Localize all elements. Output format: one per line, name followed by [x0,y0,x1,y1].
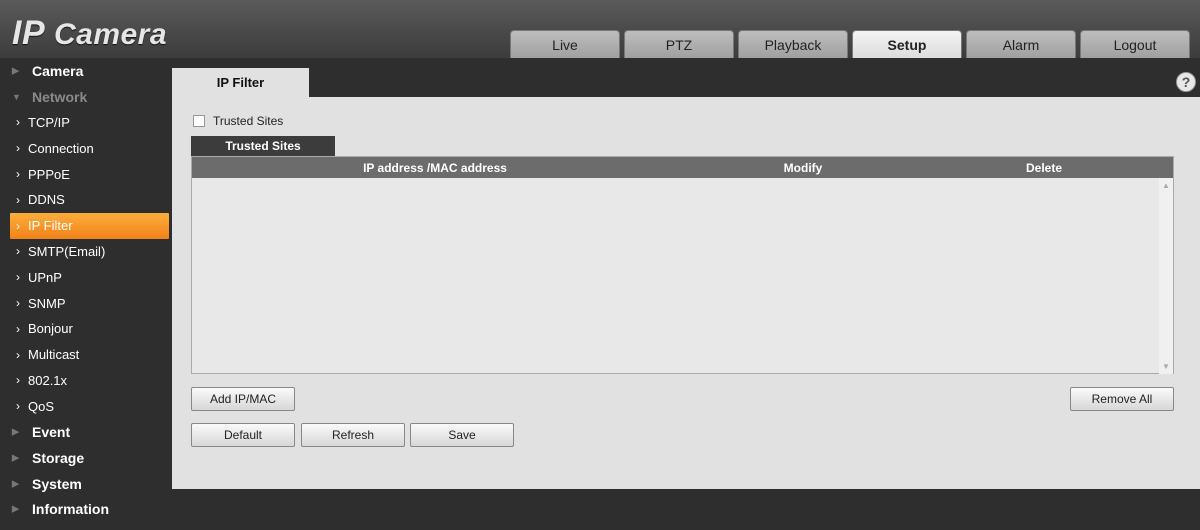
logo-camera: Camera [53,18,168,51]
tab-setup[interactable]: Setup [852,30,962,58]
chevron-right-icon: › [16,244,20,259]
sidebar-item-ddns[interactable]: › DDNS [0,187,172,213]
sidebar-item-snmp[interactable]: › SNMP [0,290,172,316]
sidebar-item-8021x[interactable]: › 802.1x [0,368,172,394]
sidebar-item-connection[interactable]: › Connection [0,135,172,161]
trusted-sites-tab[interactable]: Trusted Sites [191,136,335,156]
trusted-sites-checkbox[interactable] [193,115,205,127]
collapsed-triangle-icon: ▶ [12,426,19,437]
remove-all-button[interactable]: Remove All [1070,387,1174,411]
chevron-right-icon: › [16,218,20,233]
tab-live[interactable]: Live [510,30,620,58]
sidebar-item-label: PPPoE [28,166,70,182]
sidebar-item-label: Multicast [28,347,80,363]
sidebar-item-label: Network [32,88,88,105]
content-tab-bar: IP Filter ? [172,68,1200,97]
sidebar: ▶ Camera ▼ Network › TCP/IP › Connection ›… [0,58,172,530]
tab-ptz[interactable]: PTZ [624,30,734,58]
sidebar-nav: ▶ Camera ▼ Network › TCP/IP › Connection ›… [0,58,172,522]
list-header: IP address /MAC address Modify Delete [192,157,1173,178]
main-tabs: Live PTZ Playback Setup Alarm Logout [510,30,1190,58]
sidebar-item-label: QoS [28,398,55,414]
chevron-right-icon: › [16,399,20,414]
sidebar-item-multicast[interactable]: › Multicast [0,342,172,368]
sidebar-item-label: SMTP(Email) [28,243,106,259]
chevron-right-icon: › [16,270,20,285]
sidebar-item-information[interactable]: ▶ Information [0,497,172,523]
sidebar-item-pppoe[interactable]: › PPPoE [0,161,172,187]
trusted-sites-row: Trusted Sites [193,114,283,128]
sidebar-item-label: Bonjour [28,321,73,337]
sidebar-item-smtp[interactable]: › SMTP(Email) [0,239,172,265]
column-header-delete: Delete [1025,160,1063,175]
logo: IP Camera [12,14,167,53]
trusted-sites-label: Trusted Sites [213,114,284,128]
chevron-right-icon: › [16,347,20,362]
help-icon[interactable]: ? [1176,72,1196,92]
sidebar-item-label: Storage [32,449,85,466]
sidebar-item-label: SNMP [28,295,66,311]
header-bar: IP Camera Live PTZ Playback Setup Alarm … [0,0,1200,58]
chevron-right-icon: › [16,192,20,207]
tab-logout[interactable]: Logout [1080,30,1190,58]
sidebar-item-upnp[interactable]: › UPnP [0,264,172,290]
sidebar-item-label: Camera [32,62,84,79]
sidebar-item-event[interactable]: ▶ Event [0,419,172,445]
scroll-up-arrow-icon[interactable]: ▲ [1162,181,1170,190]
save-button[interactable]: Save [410,423,514,447]
chevron-right-icon: › [16,321,20,336]
column-header-modify: Modify [783,160,823,175]
sidebar-item-label: IP Filter [28,218,73,234]
tab-playback[interactable]: Playback [738,30,848,58]
content-footer [172,489,1200,530]
sidebar-item-storage[interactable]: ▶ Storage [0,445,172,471]
sidebar-item-label: Connection [28,140,94,156]
sidebar-item-label: Event [32,424,71,441]
scroll-down-arrow-icon[interactable]: ▼ [1162,362,1170,371]
collapsed-triangle-icon: ▶ [12,478,19,489]
sidebar-item-bonjour[interactable]: › Bonjour [0,316,172,342]
expanded-triangle-icon: ▼ [12,91,21,102]
sidebar-item-label: 802.1x [28,372,68,388]
logo-ip: IP [12,14,46,52]
trusted-sites-list: IP address /MAC address Modify Delete ▲ … [191,156,1174,374]
list-scrollbar[interactable]: ▲ ▼ [1159,178,1173,374]
chevron-right-icon: › [16,373,20,388]
chevron-right-icon: › [16,141,20,156]
tab-alarm[interactable]: Alarm [966,30,1076,58]
sidebar-item-network[interactable]: ▼ Network [0,84,172,110]
chevron-right-icon: › [16,296,20,311]
column-header-ip: IP address /MAC address [363,160,507,175]
sidebar-item-tcpip[interactable]: › TCP/IP [0,110,172,136]
sidebar-item-qos[interactable]: › QoS [0,393,172,419]
app-window: IP Camera Live PTZ Playback Setup Alarm … [0,0,1200,530]
sidebar-item-label: System [32,475,82,492]
sidebar-item-label: TCP/IP [28,114,70,130]
content-panel: IP Filter ? Trusted Sites Trusted Sites … [172,68,1200,489]
refresh-button[interactable]: Refresh [301,423,405,447]
sidebar-item-label: Information [32,501,109,518]
sidebar-item-label: UPnP [28,269,62,285]
sidebar-item-system[interactable]: ▶ System [0,471,172,497]
sidebar-item-camera[interactable]: ▶ Camera [0,58,172,84]
sidebar-item-ip-filter[interactable]: › IP Filter [10,212,169,239]
collapsed-triangle-icon: ▶ [12,452,19,463]
default-button[interactable]: Default [191,423,295,447]
chevron-right-icon: › [16,115,20,130]
sidebar-item-label: DDNS [28,192,65,208]
chevron-right-icon: › [16,167,20,182]
collapsed-triangle-icon: ▶ [12,65,19,76]
collapsed-triangle-icon: ▶ [12,503,19,514]
page-tab-ip-filter[interactable]: IP Filter [172,68,309,97]
add-ip-mac-button[interactable]: Add IP/MAC [191,387,295,411]
